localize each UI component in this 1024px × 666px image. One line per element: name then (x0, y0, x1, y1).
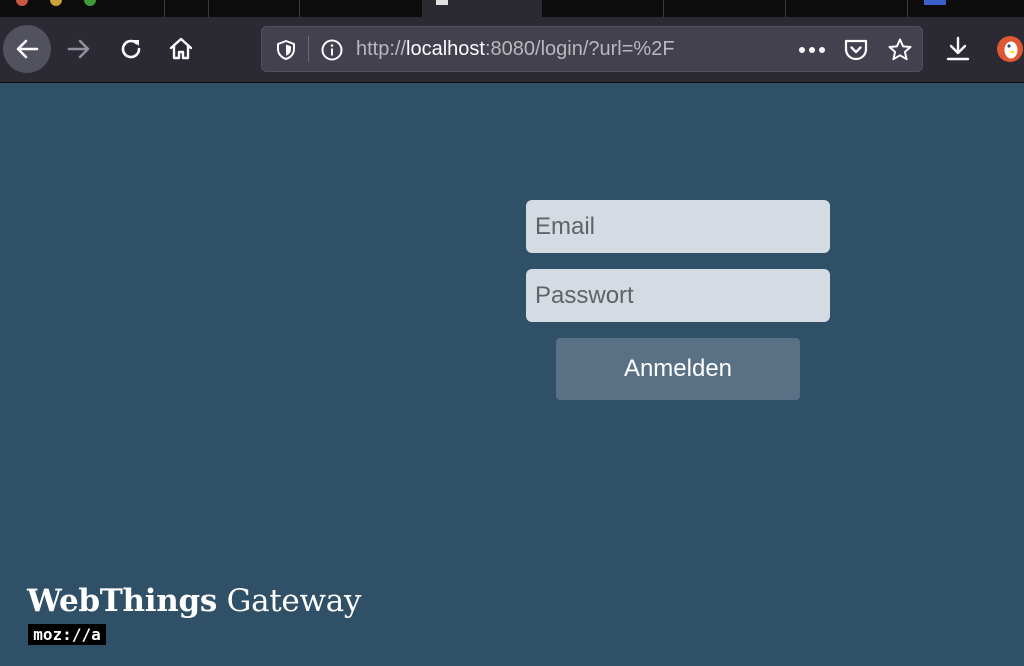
browser-tab[interactable] (908, 0, 1024, 17)
downloads-button[interactable] (934, 25, 982, 73)
bookmark-button[interactable] (884, 35, 916, 65)
arrow-right-icon (67, 39, 90, 59)
home-button[interactable] (157, 25, 205, 73)
mozilla-logo: moz://a (28, 624, 106, 645)
product-logo: WebThings Gateway (27, 583, 361, 619)
minimize-window-dot[interactable] (50, 0, 62, 6)
page-actions-button[interactable] (796, 36, 828, 64)
browser-tab[interactable] (786, 0, 907, 17)
browser-tab[interactable] (300, 0, 422, 17)
back-button[interactable] (3, 25, 51, 73)
password-input[interactable] (526, 269, 830, 322)
url-text[interactable]: http://localhost:8080/login/?url=%2F (356, 38, 675, 61)
pocket-icon (844, 39, 868, 61)
url-path: :8080/login/?url=%2F (484, 38, 675, 60)
pocket-button[interactable] (840, 35, 872, 65)
product-name-regular: Gateway (226, 583, 362, 619)
address-bar[interactable]: http://localhost:8080/login/?url=%2F (261, 26, 923, 72)
tab-strip (0, 0, 1024, 17)
ellipsis-icon (799, 47, 825, 53)
reload-button[interactable] (107, 25, 155, 73)
tracking-protection-button[interactable] (272, 36, 300, 64)
login-button[interactable]: Anmelden (556, 338, 800, 400)
forward-button[interactable] (55, 25, 103, 73)
browser-tab[interactable] (664, 0, 785, 17)
maximize-window-dot[interactable] (84, 0, 96, 6)
duckduckgo-extension-button[interactable] (986, 25, 1024, 73)
reload-icon (121, 39, 141, 59)
product-name-bold: WebThings (27, 583, 218, 619)
arrow-left-icon (16, 39, 39, 59)
duckduckgo-icon (997, 36, 1023, 62)
site-info-button[interactable] (318, 36, 346, 64)
shield-icon (277, 40, 295, 60)
tab-favicon-icon (924, 0, 946, 5)
browser-tab[interactable] (165, 0, 208, 17)
info-icon (321, 39, 343, 61)
browser-tab[interactable] (542, 0, 663, 17)
url-scheme: http:// (356, 38, 407, 60)
url-host: localhost (406, 38, 485, 60)
browser-tab[interactable] (209, 0, 299, 17)
browser-tab-active[interactable] (422, 0, 542, 17)
home-icon (169, 37, 193, 60)
star-icon (888, 38, 912, 61)
tab-favicon-icon (436, 0, 448, 5)
download-icon (946, 36, 970, 61)
close-window-dot[interactable] (16, 0, 28, 6)
browser-toolbar: http://localhost:8080/login/?url=%2F (0, 17, 1024, 83)
email-input[interactable] (526, 200, 830, 253)
